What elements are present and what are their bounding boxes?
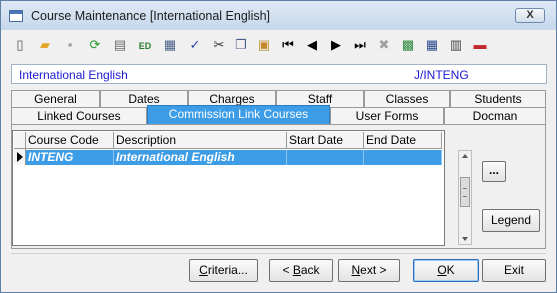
copy-button[interactable]: ❐: [230, 34, 252, 56]
print-button[interactable]: ▤: [109, 34, 131, 56]
exit-button[interactable]: Exit: [482, 259, 546, 282]
app-icon: [9, 10, 23, 22]
course-code: J/INTENG: [414, 68, 469, 82]
open-folder-button[interactable]: ▰: [34, 34, 56, 56]
cell-end-date[interactable]: [364, 150, 442, 165]
first-record-button[interactable]: ⏮: [277, 34, 299, 56]
tab-docman[interactable]: Docman: [444, 107, 546, 124]
column-header-start-date[interactable]: Start Date: [287, 132, 364, 149]
course-name: International English: [19, 68, 128, 82]
tab-general[interactable]: General: [11, 90, 100, 107]
grid-tool-button[interactable]: ▩: [397, 34, 419, 56]
next-button[interactable]: Next >: [338, 259, 400, 282]
previous-record-button[interactable]: ◀: [301, 34, 323, 56]
column-header-end-date[interactable]: End Date: [364, 132, 442, 149]
refresh-icon: ⟳: [89, 37, 101, 52]
cell-description[interactable]: International English: [114, 150, 287, 165]
save-button[interactable]: ▪: [59, 34, 81, 56]
spellcheck-icon: ✓: [189, 37, 201, 52]
criteria-button[interactable]: Criteria...: [189, 259, 258, 282]
paste-icon: ▣: [257, 37, 271, 52]
row-indicator[interactable]: [14, 149, 26, 165]
grid-vertical-scrollbar[interactable]: [458, 150, 472, 245]
tab-classes[interactable]: Classes: [364, 90, 450, 107]
course-maintenance-window: Course Maintenance [International Englis…: [0, 0, 557, 293]
delete-icon: ✖: [378, 37, 390, 52]
cell-start-date[interactable]: [287, 150, 364, 165]
paste-button[interactable]: ▣: [253, 34, 275, 56]
cut-icon: ✂: [213, 37, 225, 52]
new-button[interactable]: ▯: [9, 34, 31, 56]
column-header-course-code[interactable]: Course Code: [26, 132, 114, 149]
last-record-icon: ⏭: [354, 37, 366, 52]
column-header-description[interactable]: Description: [114, 132, 287, 149]
open-folder-icon: ▰: [40, 37, 50, 52]
table-tool-button[interactable]: ▦: [421, 34, 443, 56]
toolbar: ▯ ▰ ▪ ⟳ ▤ ED ▦ ✓ ✂ ❐ ▣ ⏮ ◀ ▶ ⏭ ✖ ▩ ▦ ▥ ▬: [9, 33, 549, 57]
calculator-button[interactable]: ▦: [159, 34, 181, 56]
print-icon: ▤: [113, 37, 127, 52]
spellcheck-button[interactable]: ✓: [184, 34, 206, 56]
delete-record-button[interactable]: ▬: [469, 34, 491, 56]
table-tool-icon: ▦: [425, 37, 439, 52]
next-record-icon: ▶: [331, 37, 341, 52]
delete-button[interactable]: ✖: [373, 34, 395, 56]
save-icon: ▪: [67, 37, 73, 52]
tab-user-forms[interactable]: User Forms: [330, 107, 444, 124]
tab-commission-link-courses[interactable]: Commission Link Courses: [147, 105, 330, 125]
refresh-button[interactable]: ⟳: [84, 34, 106, 56]
cut-button[interactable]: ✂: [208, 34, 230, 56]
tab-linked-courses[interactable]: Linked Courses: [11, 107, 147, 124]
commission-courses-grid[interactable]: Course Code Description Start Date End D…: [12, 130, 445, 246]
course-info-bar: International English J/INTENG: [11, 64, 547, 84]
scroll-down-icon[interactable]: [462, 237, 468, 241]
window-title: Course Maintenance [International Englis…: [31, 9, 271, 23]
next-record-button[interactable]: ▶: [325, 34, 347, 56]
film-button[interactable]: ▥: [445, 34, 467, 56]
copy-icon: ❐: [235, 37, 247, 52]
delete-record-icon: ▬: [473, 37, 487, 52]
scroll-up-icon[interactable]: [462, 154, 468, 158]
grid-corner: [14, 132, 26, 149]
cell-course-code[interactable]: INTENG: [26, 150, 114, 165]
calculator-icon: ▦: [163, 37, 177, 52]
ellipsis-button[interactable]: ...: [482, 161, 506, 182]
first-record-icon: ⏮: [282, 37, 294, 52]
edit-icon: ED: [138, 41, 152, 51]
scroll-thumb[interactable]: [460, 177, 470, 207]
edit-button[interactable]: ED: [134, 34, 156, 56]
ok-button[interactable]: OK: [413, 259, 479, 282]
back-button[interactable]: < Back: [269, 259, 333, 282]
grid-tool-icon: ▩: [401, 37, 415, 52]
close-button[interactable]: X: [515, 8, 545, 23]
title-bar[interactable]: Course Maintenance [International Englis…: [1, 1, 556, 30]
current-row-arrow-icon: [17, 152, 23, 162]
previous-record-icon: ◀: [307, 37, 317, 52]
film-icon: ▥: [449, 37, 463, 52]
tab-students[interactable]: Students: [450, 90, 546, 107]
legend-button[interactable]: Legend: [482, 209, 540, 232]
last-record-button[interactable]: ⏭: [349, 34, 371, 56]
new-icon: ▯: [16, 37, 24, 52]
